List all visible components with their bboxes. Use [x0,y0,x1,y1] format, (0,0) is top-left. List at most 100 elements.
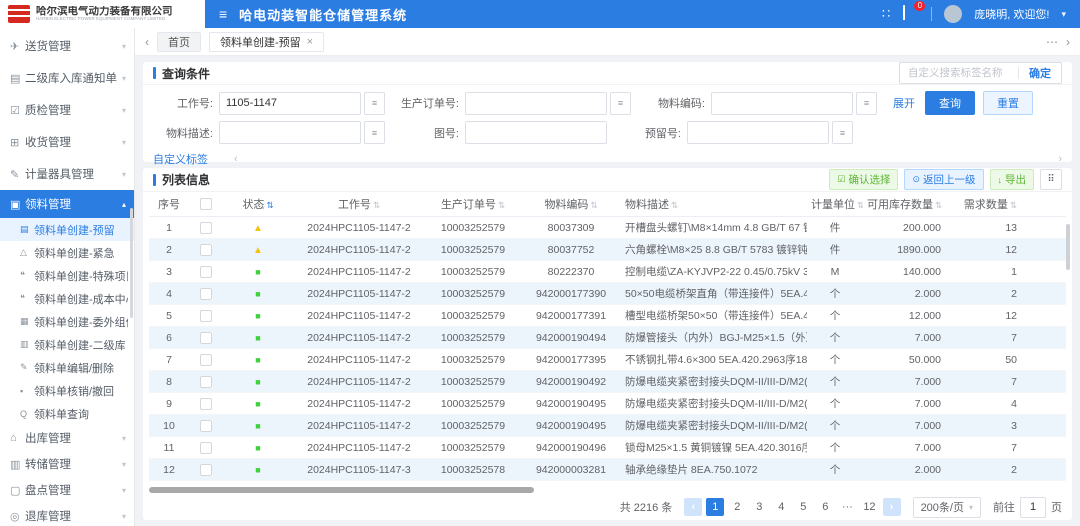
column-header[interactable]: 需求数量⇅ [955,196,1031,212]
table-row[interactable]: 5■2024HPC1105-1147-210003252579942000177… [149,305,1066,327]
row-checkbox[interactable] [200,376,212,388]
fullscreen-icon[interactable]: ∷ [882,6,891,22]
chevron-right-icon[interactable]: › [1058,153,1062,165]
export-button[interactable]: ↓导出 [990,169,1035,190]
table-row[interactable]: 2▲2024HPC1105-1147-21000325257980037752六… [149,239,1066,261]
multi-value-icon[interactable]: ≡ [364,121,385,144]
sidebar-item[interactable]: ☑质检管理▾ [0,94,134,126]
sidebar-scrollbar[interactable] [130,208,133,318]
table-row[interactable]: 4■2024HPC1105-1147-210003252579942000177… [149,283,1066,305]
page-size-select[interactable]: 200条/页 ▾ [913,497,981,518]
sidebar-subitem[interactable]: ▪领料单核销/撤回 [0,379,134,402]
row-checkbox[interactable] [200,442,212,454]
table-row[interactable]: 9■2024HPC1105-1147-210003252579942000190… [149,393,1066,415]
field-input[interactable] [465,121,607,144]
sidebar-item[interactable]: ◎退库管理▾ [0,503,134,526]
column-header[interactable]: 状态⇅ [223,196,293,212]
row-checkbox[interactable] [200,464,212,476]
more-pages-button[interactable]: ··· [838,498,856,516]
field-input[interactable] [219,92,361,115]
notification-bell-icon[interactable]: 0 [903,6,919,22]
table-row[interactable]: 8■2024HPC1105-1147-210003252579942000190… [149,371,1066,393]
column-header[interactable]: 物料描述⇅ [621,196,807,212]
sidebar-subitem[interactable]: ▤领料单创建-预留 [0,218,134,241]
sort-icon[interactable]: ⇅ [590,200,597,210]
column-header[interactable]: 可用库存数量⇅ [863,196,955,212]
expand-link[interactable]: 展开 [893,95,915,111]
confirm-select-button[interactable]: ☑确认选择 [829,169,898,190]
chevron-down-icon[interactable]: ▾ [1061,9,1066,20]
horizontal-scrollbar[interactable] [149,487,1066,493]
scrollbar-thumb[interactable] [149,487,534,493]
custom-tag-link[interactable]: 自定义标签 [153,151,208,167]
sort-icon[interactable]: ⇅ [935,200,942,210]
sort-icon[interactable]: ⇅ [671,200,678,210]
multi-value-icon[interactable]: ≡ [856,92,877,115]
row-checkbox[interactable] [200,332,212,344]
field-input[interactable] [219,121,361,144]
sidebar-subitem[interactable]: ▥领料单创建-二级库 [0,333,134,356]
tabs-more-icon[interactable]: ⋯ [1046,35,1058,49]
sidebar-item[interactable]: ▣领料管理▴ [0,190,134,218]
sidebar-item[interactable]: ▢盘点管理▾ [0,477,134,503]
sidebar-subitem[interactable]: Q领料单查询 [0,402,134,425]
search-button[interactable]: 查询 [925,91,975,115]
table-row[interactable]: 10■2024HPC1105-1147-21000325257994200019… [149,415,1066,437]
sort-icon[interactable]: ⇅ [373,200,380,210]
column-header[interactable]: 生产订单号⇅ [425,196,521,212]
row-checkbox[interactable] [200,244,212,256]
select-all-checkbox[interactable] [200,198,212,210]
row-checkbox[interactable] [200,288,212,300]
multi-value-icon[interactable]: ≡ [610,92,631,115]
sidebar-subitem[interactable]: ✎领料单编辑/删除 [0,356,134,379]
back-up-level-button[interactable]: ⊙返回上一级 [904,169,983,190]
page-number-button[interactable]: 2 [728,498,746,516]
confirm-tag-button[interactable]: 确定 [1019,65,1061,81]
sort-icon[interactable]: ⇅ [498,200,505,210]
vertical-scrollbar[interactable] [1066,224,1070,270]
column-header[interactable]: 工作号⇅ [293,196,425,212]
sidebar-subitem[interactable]: ❝领料单创建-特殊项目 [0,264,134,287]
close-icon[interactable]: × [307,36,313,48]
sort-icon[interactable]: ⇅ [266,200,273,210]
page-number-button[interactable]: 1 [706,498,724,516]
page-number-button[interactable]: 6 [816,498,834,516]
goto-page-input[interactable] [1020,497,1046,518]
sidebar-item[interactable]: ✎计量器具管理▾ [0,158,134,190]
sidebar-item[interactable]: ⊞收货管理▾ [0,126,134,158]
multi-value-icon[interactable]: ≡ [832,121,853,144]
page-number-button[interactable]: 12 [860,498,878,516]
sidebar-subitem[interactable]: △领料单创建-紧急 [0,241,134,264]
row-checkbox[interactable] [200,420,212,432]
table-row[interactable]: 1▲2024HPC1105-1147-21000325257980037309开… [149,217,1066,239]
table-row[interactable]: 11■2024HPC1105-1147-21000325257994200019… [149,437,1066,459]
row-checkbox[interactable] [200,310,212,322]
sidebar-item[interactable]: ⌂出库管理▾ [0,425,134,451]
tab-item[interactable]: 首页 [157,32,201,52]
table-row[interactable]: 12■2024HPC1105-1147-31000325257894200000… [149,459,1066,481]
multi-value-icon[interactable]: ≡ [364,92,385,115]
column-header[interactable]: 计量单位⇅ [807,196,863,212]
tabs-scroll-right-icon[interactable]: › [1066,35,1070,49]
custom-search-tag-input[interactable] [900,67,1018,79]
sidebar-subitem[interactable]: ▦领料单创建-委外组件 [0,310,134,333]
sidebar-subitem[interactable]: ❝领料单创建-成本中心 [0,287,134,310]
collapse-menu-icon[interactable]: ≡ [219,7,227,21]
table-row[interactable]: 6■2024HPC1105-1147-210003252579942000190… [149,327,1066,349]
table-row[interactable]: 3■2024HPC1105-1147-21000325257980222370控… [149,261,1066,283]
field-input[interactable] [687,121,829,144]
next-page-button[interactable]: › [883,498,901,516]
row-checkbox[interactable] [200,354,212,366]
tabs-scroll-left-icon[interactable]: ‹ [145,35,149,49]
column-header[interactable]: 物料编码⇅ [521,196,621,212]
column-settings-button[interactable]: ⠿ [1040,169,1062,190]
prev-page-button[interactable]: ‹ [684,498,702,516]
field-input[interactable] [465,92,607,115]
row-checkbox[interactable] [200,266,212,278]
page-number-button[interactable]: 4 [772,498,790,516]
reset-button[interactable]: 重置 [983,91,1033,115]
row-checkbox[interactable] [200,222,212,234]
sidebar-item[interactable]: ✈送货管理▾ [0,30,134,62]
row-checkbox[interactable] [200,398,212,410]
sort-icon[interactable]: ⇅ [1010,200,1017,210]
